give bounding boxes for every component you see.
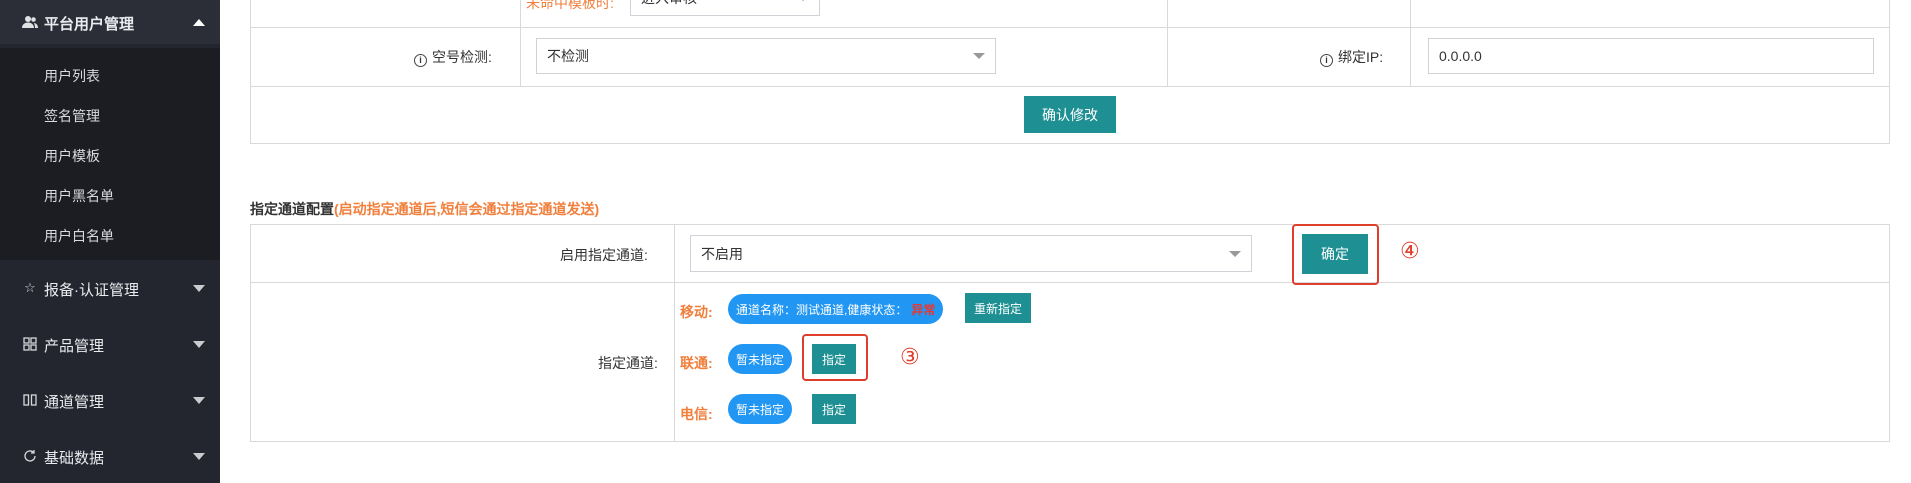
info-icon: i — [414, 53, 427, 67]
sidebar-item-user-whitelist[interactable]: 用户白名单 — [44, 226, 114, 246]
unicom-status-pill: 暂未指定 — [728, 344, 793, 374]
channel-config-note: (启动指定通道后,短信会通过指定通道发送) — [334, 201, 600, 217]
chevron-up-icon — [193, 19, 205, 26]
sidebar-group-label: 报备·认证管理 — [44, 282, 139, 299]
select-value: 不检测 — [547, 48, 589, 64]
info-icon: i — [1320, 53, 1333, 67]
carrier-mobile-label: 移动: — [680, 304, 713, 320]
bind-ip-label: i 绑定IP: — [1320, 47, 1383, 67]
input-value: 0.0.0.0 — [1439, 48, 1482, 64]
sidebar: 平台用户管理 用户列表 签名管理 用户模板 用户黑名单 用户白名单 ☆ 报备·认… — [0, 0, 220, 483]
select-value: 进入审核 — [641, 0, 697, 8]
sidebar-group-channels[interactable]: 通道管理 — [0, 378, 220, 422]
sidebar-group-products[interactable]: 产品管理 — [0, 322, 220, 366]
mobile-status-pill: 通道名称：测试通道,健康状态： 异常 — [728, 294, 944, 324]
step-3-marker: ③ — [900, 344, 920, 369]
chevron-down-icon — [973, 53, 985, 59]
enable-channel-label: 启用指定通道: — [560, 247, 648, 263]
step-4-marker: ④ — [1400, 238, 1420, 263]
chevron-down-icon — [1229, 250, 1241, 257]
sidebar-group-filing-auth[interactable]: ☆ 报备·认证管理 — [0, 266, 220, 310]
chevron-down-icon — [193, 453, 205, 460]
empty-check-select[interactable]: 不检测 — [536, 38, 996, 74]
sidebar-group-label: 基础数据 — [44, 450, 105, 467]
submenu: 用户列表 签名管理 用户模板 用户黑名单 用户白名单 — [0, 48, 220, 260]
unmatched-template-select[interactable]: 进入审核 — [630, 0, 820, 16]
sidebar-item-user-templates[interactable]: 用户模板 — [44, 146, 100, 166]
chevron-down-icon — [193, 397, 205, 404]
confirm-edit-button[interactable]: 确认修改 — [1024, 96, 1116, 133]
assign-unicom-button[interactable]: 指定 — [812, 344, 856, 374]
users-icon — [22, 14, 38, 30]
confirm-channel-button[interactable]: 确定 — [1302, 234, 1368, 274]
carrier-unicom-label: 联通: — [680, 355, 713, 371]
sidebar-group-platform-users[interactable]: 平台用户管理 — [0, 0, 220, 44]
unmatched-template-label: 未命中模板时: — [526, 0, 614, 11]
enable-channel-select[interactable]: 不启用 — [690, 235, 1252, 272]
sidebar-item-user-blacklist[interactable]: 用户黑名单 — [44, 186, 114, 206]
carrier-telecom-label: 电信: — [680, 406, 713, 422]
health-warning: 异常 — [911, 302, 936, 317]
columns-icon — [22, 392, 38, 408]
chevron-down-icon — [193, 341, 205, 348]
star-icon: ☆ — [24, 280, 36, 295]
sidebar-group-base-data[interactable]: 基础数据 — [0, 434, 220, 478]
bind-ip-input[interactable]: 0.0.0.0 — [1428, 38, 1874, 74]
sidebar-item-user-list[interactable]: 用户列表 — [44, 66, 100, 86]
grid-icon — [22, 336, 38, 352]
select-value: 不启用 — [701, 245, 743, 262]
refresh-icon — [22, 448, 38, 464]
channel-config-title: 指定通道配置(启动指定通道后,短信会通过指定通道发送) — [250, 201, 600, 217]
sidebar-group-label: 产品管理 — [44, 338, 105, 355]
telecom-status-pill: 暂未指定 — [728, 394, 793, 424]
reassign-mobile-button[interactable]: 重新指定 — [965, 293, 1031, 323]
chevron-down-icon — [797, 0, 809, 1]
main-content: 未命中模板时: 进入审核 i空号检测: 不检测 i绑定IP: 0.0.0.0 确… — [220, 0, 1911, 483]
sidebar-group-label: 平台用户管理 — [44, 16, 135, 33]
sidebar-item-signatures[interactable]: 签名管理 — [44, 106, 100, 126]
assign-telecom-button[interactable]: 指定 — [812, 394, 856, 424]
empty-check-label: i 空号检测: — [414, 47, 492, 67]
sidebar-group-label: 通道管理 — [44, 394, 105, 411]
assign-channel-label: 指定通道: — [598, 355, 658, 371]
chevron-down-icon — [193, 285, 205, 292]
